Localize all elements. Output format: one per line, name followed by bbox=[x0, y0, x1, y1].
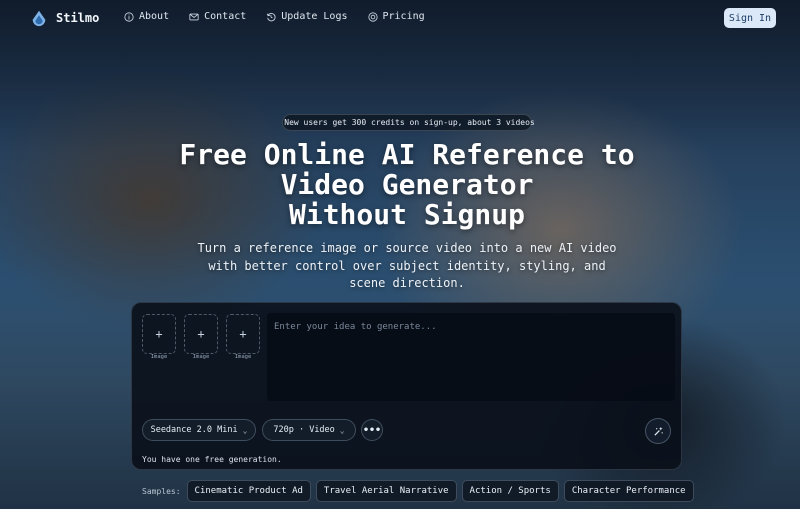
title-line-2: Video Generator bbox=[280, 168, 534, 201]
generator-composer: + Image + Image + Image Seedance 2.0 Min… bbox=[131, 302, 682, 470]
brand-logo[interactable]: Stilmo bbox=[30, 9, 99, 27]
resolution-select[interactable]: 720p · Video ⌄ bbox=[262, 419, 356, 441]
title-line-3: Without Signup bbox=[288, 198, 525, 231]
nav-link-about[interactable]: About bbox=[124, 11, 169, 22]
magic-wand-icon bbox=[653, 426, 663, 436]
brand-name: Stilmo bbox=[56, 11, 100, 25]
nav-link-label: Contact bbox=[204, 11, 247, 22]
nav-link-pricing[interactable]: Pricing bbox=[367, 11, 425, 22]
nav-link-update-logs[interactable]: Update Logs bbox=[266, 11, 348, 22]
free-generation-note: You have one free generation. bbox=[142, 455, 282, 464]
water-drop-logo-icon bbox=[32, 10, 46, 27]
plus-icon: + bbox=[197, 327, 205, 341]
chevron-down-icon: ⌄ bbox=[339, 425, 345, 435]
sample-chip-travel-aerial-narrative[interactable]: Travel Aerial Narrative bbox=[315, 480, 457, 502]
sample-chip-cinematic-product-ad[interactable]: Cinematic Product Ad bbox=[186, 480, 311, 502]
samples-label: Samples: bbox=[142, 486, 181, 496]
sign-in-button[interactable]: Sign In bbox=[724, 8, 776, 28]
image-upload-slot-2[interactable]: + bbox=[184, 314, 218, 354]
image-upload-slot-3[interactable]: + bbox=[226, 314, 260, 354]
samples-row: Samples: Cinematic Product Ad Travel Aer… bbox=[142, 480, 694, 502]
plus-icon: + bbox=[155, 327, 163, 341]
nav-link-contact[interactable]: Contact bbox=[189, 11, 246, 22]
prompt-input[interactable] bbox=[267, 313, 675, 401]
nav-link-label: Update Logs bbox=[281, 11, 348, 22]
page-subtitle: Turn a reference image or source video i… bbox=[197, 241, 617, 290]
model-select-value: Seedance 2.0 Mini bbox=[150, 425, 238, 435]
mail-icon bbox=[189, 13, 199, 20]
image-slot-label: Image bbox=[150, 354, 168, 360]
more-dots-icon: ••• bbox=[362, 424, 382, 436]
more-options-button[interactable]: ••• bbox=[361, 419, 383, 441]
chevron-down-icon: ⌄ bbox=[242, 425, 248, 435]
nav-link-label: Pricing bbox=[382, 11, 425, 22]
model-select[interactable]: Seedance 2.0 Mini ⌄ bbox=[142, 419, 256, 441]
promo-badge[interactable]: New users get 300 credits on sign-up, ab… bbox=[282, 114, 535, 131]
sample-chip-character-performance[interactable]: Character Performance bbox=[563, 480, 694, 502]
image-slot-label: Image bbox=[234, 354, 252, 360]
info-icon bbox=[124, 11, 134, 22]
plus-icon: + bbox=[239, 327, 247, 341]
top-nav: Stilmo About Contact Update Logs Pricing… bbox=[0, 0, 800, 36]
history-icon bbox=[267, 12, 276, 21]
coin-icon bbox=[367, 11, 378, 22]
nav-link-label: About bbox=[139, 11, 170, 22]
image-upload-slot-1[interactable]: + bbox=[142, 314, 176, 354]
nav-links: About Contact Update Logs Pricing bbox=[124, 11, 425, 22]
resolution-select-value: 720p · Video bbox=[273, 425, 335, 435]
generate-magic-button[interactable] bbox=[645, 418, 671, 444]
promo-text: New users get 300 credits on sign-up, ab… bbox=[284, 118, 535, 127]
image-slot-label: Image bbox=[192, 354, 210, 360]
page-title: Free Online AI Reference to Video Genera… bbox=[120, 140, 694, 230]
title-line-1: Free Online AI Reference to bbox=[179, 138, 635, 171]
sample-chip-action-sports[interactable]: Action / Sports bbox=[461, 480, 559, 502]
